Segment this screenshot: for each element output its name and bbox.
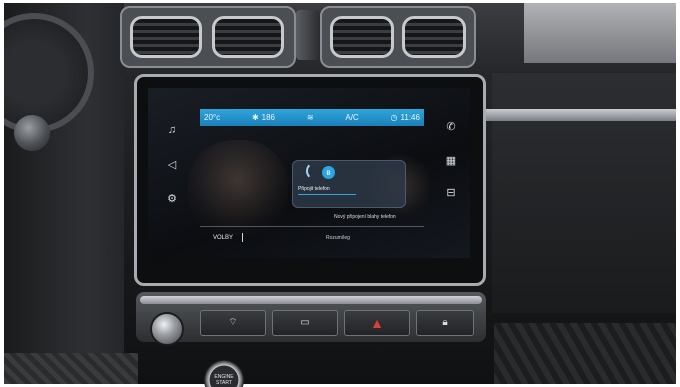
pairing-title: Připojit telefon xyxy=(298,186,330,192)
air-vent[interactable] xyxy=(402,16,466,58)
defrost-front-button[interactable]: ⌔ xyxy=(200,310,266,336)
hazard-icon: ▲ xyxy=(370,315,384,331)
volume-knob[interactable] xyxy=(150,312,184,346)
chrome-trim-strip xyxy=(484,109,676,121)
seat-heat-control[interactable]: ≋ xyxy=(307,113,314,122)
windshield-glare xyxy=(524,3,676,63)
screen-reflection xyxy=(188,140,288,240)
light-switch-knob xyxy=(14,115,50,151)
car-settings-icon[interactable]: ⚙ xyxy=(165,192,179,205)
ac-label: A/C xyxy=(345,113,359,122)
pair-new-phone-link[interactable]: Nový připojení blahy telefon xyxy=(334,214,396,220)
clock-time: 11:46 xyxy=(400,113,420,122)
connecting-status: Rozumíleg xyxy=(326,235,350,241)
fan-level: 186 xyxy=(261,113,275,122)
start-button-label: ENGINE START xyxy=(214,374,234,386)
seat-heat-icon: ≋ xyxy=(306,113,314,122)
ac-control[interactable]: A/C xyxy=(345,113,358,122)
lock-icon: 🔒︎ xyxy=(442,317,448,328)
status-bar: 20°c ✱ 186 ≋ A/C ◷ 11:46 xyxy=(200,109,424,126)
bottom-divider xyxy=(200,226,424,227)
start-label-line2: START xyxy=(216,380,232,386)
air-vent[interactable] xyxy=(212,16,284,58)
temperature-value: 20°c xyxy=(204,113,221,122)
navigation-icon[interactable]: ◁ xyxy=(165,158,179,171)
air-vent[interactable] xyxy=(330,16,394,58)
fan-icon: ✱ xyxy=(251,113,259,122)
bar-separator xyxy=(242,233,243,242)
central-lock-button[interactable]: 🔒︎ xyxy=(416,310,474,336)
defrost-rear-button[interactable]: ▭ xyxy=(272,310,338,336)
air-vent[interactable] xyxy=(130,16,202,58)
defrost-front-icon: ⌔ xyxy=(228,317,238,328)
floor-mat xyxy=(494,323,676,384)
fan-control[interactable]: ✱ 186 xyxy=(252,113,275,122)
air-vent-group-left xyxy=(120,6,296,68)
phone-icon[interactable]: ✆ xyxy=(444,120,458,133)
apps-grid-icon[interactable]: ▦ xyxy=(444,154,458,167)
vent-divider xyxy=(296,10,320,60)
music-note-icon[interactable]: ♫ xyxy=(165,124,179,136)
defrost-rear-icon: ▭ xyxy=(300,317,310,328)
bluetooth-icon: ʙ xyxy=(322,166,335,179)
clock: ◷ 11:46 xyxy=(391,113,420,122)
progress-line xyxy=(298,194,356,195)
clock-icon: ◷ xyxy=(390,113,398,122)
air-vent-group-right xyxy=(320,6,476,68)
hazard-button[interactable]: ▲ xyxy=(344,310,410,336)
temperature-left[interactable]: 20°c xyxy=(204,113,220,122)
floor-mat-left xyxy=(4,353,138,384)
vehicle-icon[interactable]: ⊟ xyxy=(444,186,458,199)
console-chrome-trim xyxy=(140,296,482,304)
options-button[interactable]: VOLBY xyxy=(213,235,233,241)
